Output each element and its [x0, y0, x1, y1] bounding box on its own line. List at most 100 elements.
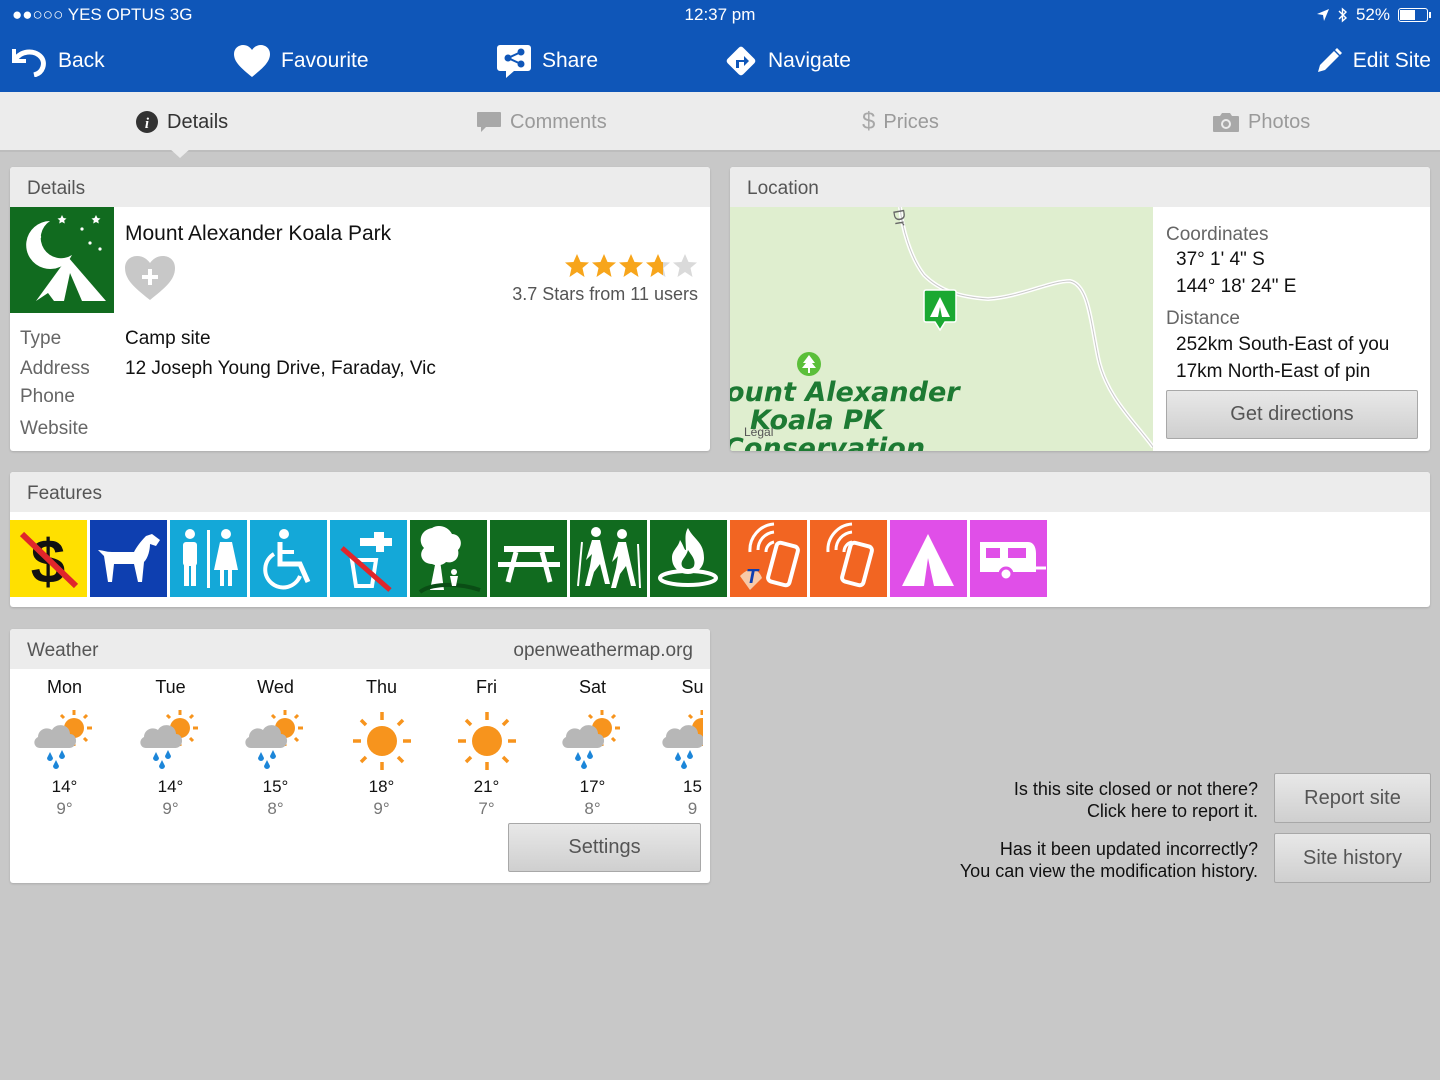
- active-tab-pointer: [169, 148, 191, 158]
- share-button[interactable]: Share: [496, 30, 598, 92]
- low-temp: 8°: [584, 799, 601, 818]
- location-map[interactable]: Dr ount Alexander Koala PK Conservation …: [730, 207, 1153, 451]
- tab-comments-label: Comments: [510, 110, 607, 133]
- map-label-1: ount Alexander: [730, 377, 960, 408]
- longitude-value: 144° 18' 24" E: [1176, 276, 1297, 297]
- distance-from-pin: 17km North-East of pin: [1176, 361, 1371, 382]
- updated-line-1: Has it been updated incorrectly?: [999, 839, 1258, 859]
- distance-label: Distance: [1166, 308, 1240, 329]
- address-label: Address: [20, 358, 90, 379]
- shade-tree-icon[interactable]: [410, 520, 487, 597]
- wheelchair-icon[interactable]: [250, 520, 327, 597]
- high-temp: 14°: [51, 777, 78, 796]
- tab-details[interactable]: i Details: [135, 92, 228, 152]
- day-name: Sat: [578, 677, 607, 697]
- weather-settings-button[interactable]: Settings: [508, 823, 701, 872]
- fire-icon[interactable]: [650, 520, 727, 597]
- star-full-icon: [592, 254, 616, 277]
- tent-icon[interactable]: [890, 520, 967, 597]
- details-panel: Details Mount Alexander Koala Park 3.7 S…: [10, 167, 710, 451]
- day-name: Su: [681, 677, 703, 697]
- report-site-button[interactable]: Report site: [1274, 773, 1431, 823]
- type-value: Camp site: [125, 328, 211, 349]
- tab-prices-label: Prices: [883, 110, 939, 133]
- dog-icon[interactable]: [90, 520, 167, 597]
- nav-bar: Back Favourite Share Navigate Edit Site: [0, 30, 1440, 92]
- day-name: Thu: [365, 677, 398, 697]
- tab-prices[interactable]: $ Prices: [862, 92, 939, 152]
- get-directions-button[interactable]: Get directions: [1166, 390, 1418, 439]
- star-partial-icon: [646, 254, 670, 277]
- pencil-icon: [1317, 48, 1342, 72]
- high-temp: 17°: [579, 777, 606, 796]
- picnic-table-icon[interactable]: [490, 520, 567, 597]
- tab-comments[interactable]: Comments: [476, 92, 607, 152]
- latitude-value: 37° 1' 4" S: [1176, 249, 1265, 270]
- low-temp: 9°: [373, 799, 390, 818]
- high-temp: 18°: [368, 777, 395, 796]
- star-full-icon: [619, 254, 643, 277]
- tab-photos-label: Photos: [1248, 110, 1311, 133]
- rating-text: 3.7 Stars from 11 users: [512, 284, 698, 304]
- weather-panel: Weather openweathermap.org Mon 14° 9° Tu…: [10, 629, 710, 883]
- battery-percent: 52%: [1355, 5, 1390, 24]
- day-name: Tue: [155, 677, 186, 697]
- forecast-day: Fri 21° 7°: [434, 669, 539, 821]
- campsite-icon: [10, 207, 114, 313]
- add-favourite-heart-icon[interactable]: [124, 255, 176, 306]
- site-history-button[interactable]: Site history: [1274, 833, 1431, 883]
- star-empty-icon: [673, 254, 697, 277]
- park-tree-icon: [797, 352, 821, 376]
- site-closed-line-1: Is this site closed or not there?: [1013, 779, 1258, 799]
- rain-sun-icon: [540, 705, 645, 777]
- type-label: Type: [20, 328, 62, 349]
- forecast-day: Thu 18° 9°: [329, 669, 434, 821]
- road-label: Dr: [889, 208, 909, 228]
- distance-from-you: 252km South-East of you: [1176, 334, 1390, 355]
- website-label: Website: [20, 418, 89, 439]
- rain-sun-icon: [118, 705, 223, 777]
- rain-sun-icon: [12, 705, 117, 777]
- address-value[interactable]: 12 Joseph Young Drive, Faraday, Vic: [125, 358, 436, 380]
- status-right: 52%: [1316, 5, 1431, 25]
- forecast-strip: Mon 14° 9° Tue 14° 9° Wed 15° 8° Thu 18°…: [10, 629, 703, 829]
- star-full-icon: [565, 254, 589, 277]
- caravan-icon[interactable]: [970, 520, 1047, 597]
- site-closed-prompt[interactable]: Is this site closed or not there? Click …: [1014, 778, 1258, 822]
- forecast-day: Sat 17° 8°: [540, 669, 645, 821]
- location-panel: Location Dr ount Alexander Koala PK Cons…: [730, 167, 1430, 451]
- navigate-button[interactable]: Navigate: [724, 30, 851, 92]
- site-closed-line-2: Click here to report it.: [1086, 801, 1258, 821]
- edit-site-button[interactable]: Edit Site: [1315, 30, 1431, 92]
- low-temp: 9°: [162, 799, 179, 818]
- campsite-map-pin-icon[interactable]: [923, 289, 957, 331]
- no-drinking-water-icon[interactable]: [330, 520, 407, 597]
- features-heading: Features: [10, 472, 1430, 512]
- battery-icon: [1398, 8, 1431, 22]
- site-history-prompt[interactable]: Has it been updated incorrectly? You can…: [960, 838, 1258, 882]
- dollar-icon: $: [862, 108, 876, 135]
- status-time: 12:37 pm: [684, 5, 756, 24]
- phone-reception-icon[interactable]: [810, 520, 887, 597]
- map-legal-link[interactable]: Legal: [744, 425, 773, 439]
- tab-bar: i Details Comments $ Prices Photos: [0, 92, 1440, 152]
- tab-photos[interactable]: Photos: [1212, 92, 1310, 152]
- rain-sun-icon: [640, 705, 703, 777]
- back-label: Back: [58, 49, 105, 72]
- favourite-button[interactable]: Favourite: [233, 30, 369, 92]
- location-arrow-icon: [1316, 9, 1329, 21]
- updated-line-2: You can view the modification history.: [959, 861, 1258, 881]
- back-button[interactable]: Back: [8, 30, 105, 92]
- toilets-icon[interactable]: [170, 520, 247, 597]
- hiking-icon[interactable]: [570, 520, 647, 597]
- day-name: Wed: [257, 677, 294, 697]
- site-name: Mount Alexander Koala Park: [125, 222, 392, 245]
- day-name: Mon: [46, 677, 82, 697]
- info-icon: i: [136, 111, 158, 133]
- bluetooth-icon: [1338, 7, 1347, 23]
- forecast-day: Wed 15° 8°: [223, 669, 328, 821]
- telstra-reception-icon[interactable]: T: [730, 520, 807, 597]
- no-fee-icon[interactable]: $: [10, 520, 87, 597]
- heart-icon: [234, 45, 270, 77]
- features-list: $ T: [10, 520, 1047, 597]
